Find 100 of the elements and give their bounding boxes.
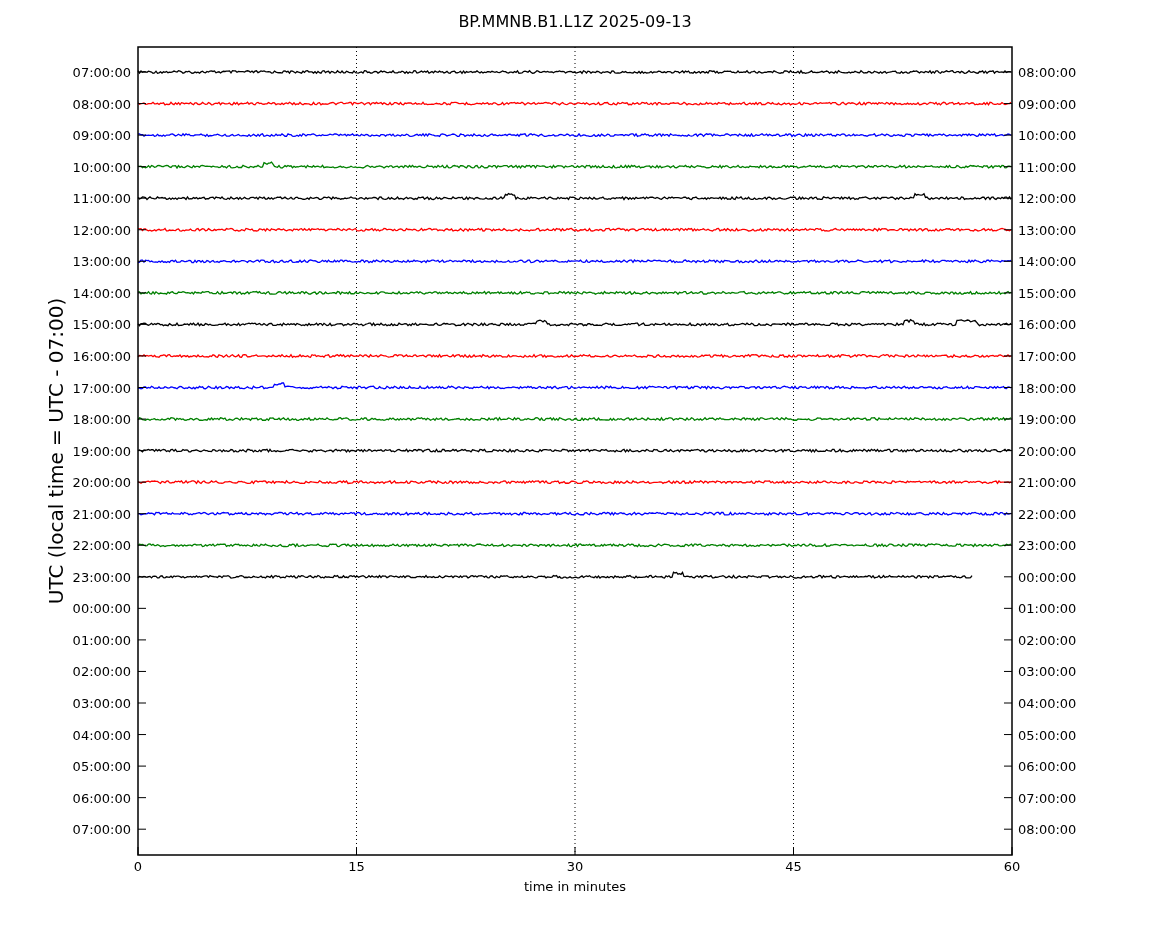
y-tick-label: 04:00:00 xyxy=(1018,696,1077,711)
tick-mark xyxy=(137,481,147,483)
tick-mark xyxy=(137,765,147,767)
y-tick-label: 07:00:00 xyxy=(72,65,131,80)
tick-mark xyxy=(1003,481,1013,483)
y-tick-label: 08:00:00 xyxy=(1018,65,1077,80)
tick-mark xyxy=(1003,166,1013,168)
tick-mark xyxy=(137,71,147,73)
tick-mark xyxy=(1003,670,1013,672)
tick-mark xyxy=(137,197,147,199)
tick-mark xyxy=(137,828,147,830)
y-tick-label: 07:00:00 xyxy=(1018,790,1077,806)
tick-mark xyxy=(1003,387,1013,388)
tick-mark xyxy=(137,734,147,736)
y-tick-label: 13:00:00 xyxy=(72,254,131,270)
tick-mark xyxy=(137,418,147,420)
tick-mark xyxy=(1003,797,1013,799)
y-tick-label: 17:00:00 xyxy=(1018,348,1077,364)
y-tick-label: 14:00:00 xyxy=(1018,254,1077,270)
plot-title: BP.MMNB.B1.L1Z 2025-09-13 xyxy=(458,12,692,31)
tick-mark xyxy=(137,639,147,641)
y-tick-label: 03:00:00 xyxy=(72,696,131,711)
y-axis-label: UTC (local time = UTC - 07:00) xyxy=(44,297,68,605)
tick-mark xyxy=(137,166,147,168)
y-tick-label: 17:00:00 xyxy=(72,380,131,396)
y-tick-label: 14:00:00 xyxy=(72,285,131,301)
y-tick-label: 19:00:00 xyxy=(72,443,131,459)
x-tick-label: 45 xyxy=(785,859,802,874)
y-tick-label: 01:00:00 xyxy=(72,632,131,648)
y-tick-label: 05:00:00 xyxy=(1018,727,1077,743)
y-tick-label: 08:00:00 xyxy=(72,96,131,112)
tick-mark xyxy=(137,229,147,231)
y-tick-label: 22:00:00 xyxy=(72,538,131,554)
tick-mark xyxy=(1003,292,1013,294)
tick-mark xyxy=(1003,828,1013,830)
y-tick-label: 16:00:00 xyxy=(1018,317,1077,333)
y-tick-label: 02:00:00 xyxy=(72,664,131,680)
tick-mark xyxy=(137,846,139,856)
tick-mark xyxy=(137,103,147,105)
y-tick-label: 13:00:00 xyxy=(1018,222,1077,238)
tick-mark xyxy=(137,544,147,546)
tick-mark xyxy=(1003,576,1013,578)
y-tick-label: 00:00:00 xyxy=(1018,569,1077,585)
y-tick-label: 15:00:00 xyxy=(72,317,131,333)
x-tick-label: 0 xyxy=(133,859,143,874)
tick-mark xyxy=(1003,765,1013,767)
tick-mark xyxy=(137,450,147,452)
tick-mark xyxy=(137,260,147,262)
tick-mark xyxy=(137,513,147,515)
tick-mark xyxy=(1003,134,1013,136)
y-tick-label: 20:00:00 xyxy=(1018,443,1077,459)
y-tick-label: 02:00:00 xyxy=(1018,632,1077,648)
tick-mark xyxy=(1003,418,1013,420)
tick-mark xyxy=(1003,702,1013,704)
tick-mark xyxy=(1003,450,1013,452)
tick-mark xyxy=(1003,607,1013,609)
y-tick-label: 11:00:00 xyxy=(1018,159,1077,175)
y-tick-label: 20:00:00 xyxy=(72,475,131,491)
tick-mark xyxy=(137,670,147,672)
y-tick-label: 21:00:00 xyxy=(1018,475,1077,491)
tick-mark xyxy=(1003,103,1013,105)
tick-mark xyxy=(1003,229,1013,231)
y-tick-label: 12:00:00 xyxy=(72,222,131,238)
tick-mark xyxy=(574,846,576,856)
tick-mark xyxy=(356,846,357,856)
tick-mark xyxy=(137,387,147,388)
y-tick-label: 06:00:00 xyxy=(1018,759,1077,775)
tick-mark xyxy=(1003,197,1013,199)
x-tick-label: 60 xyxy=(1003,859,1021,874)
x-axis-label: time in minutes xyxy=(523,879,627,894)
y-tick-label: 12:00:00 xyxy=(1018,191,1077,207)
tick-mark xyxy=(1003,355,1013,357)
y-tick-label: 03:00:00 xyxy=(1018,664,1077,680)
y-tick-label: 23:00:00 xyxy=(72,569,131,585)
tick-mark xyxy=(137,607,147,609)
y-tick-label: 23:00:00 xyxy=(1018,538,1077,554)
y-tick-label: 07:00:00 xyxy=(72,822,131,838)
tick-mark xyxy=(1003,260,1013,262)
y-tick-label: 00:00:00 xyxy=(72,601,131,617)
y-tick-label: 11:00:00 xyxy=(72,191,131,207)
y-tick-label: 08:00:00 xyxy=(1018,822,1077,838)
y-tick-label: 04:00:00 xyxy=(72,727,131,743)
y-tick-label: 15:00:00 xyxy=(1018,285,1077,301)
tick-mark xyxy=(137,576,147,578)
tick-mark xyxy=(137,134,147,136)
x-tick-label: 30 xyxy=(566,859,584,874)
tick-mark xyxy=(1003,734,1013,736)
tick-mark xyxy=(137,797,147,799)
x-tick-label: 15 xyxy=(348,859,365,874)
y-tick-label: 10:00:00 xyxy=(1018,128,1077,144)
tick-mark xyxy=(793,846,794,856)
y-tick-label: 06:00:00 xyxy=(72,790,131,806)
y-tick-label: 09:00:00 xyxy=(1018,96,1077,112)
y-tick-label: 10:00:00 xyxy=(72,159,131,175)
y-tick-label: 18:00:00 xyxy=(72,412,131,428)
y-tick-label: 09:00:00 xyxy=(72,128,131,144)
tick-mark xyxy=(1003,513,1013,515)
tick-mark xyxy=(1003,323,1013,325)
y-tick-label: 16:00:00 xyxy=(72,348,131,364)
tick-mark xyxy=(137,323,147,325)
